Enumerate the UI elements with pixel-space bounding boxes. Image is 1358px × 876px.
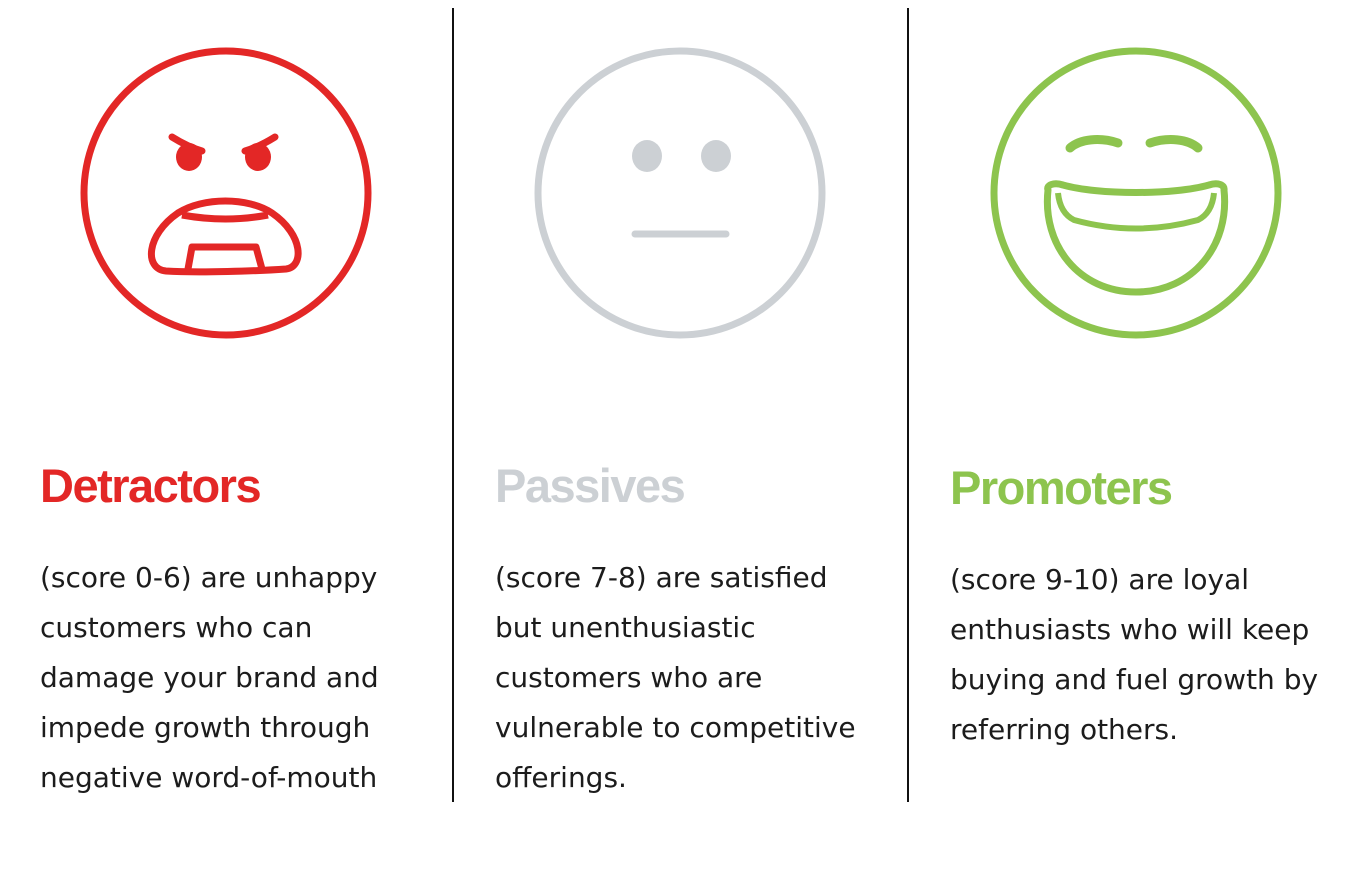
description-line: buying and fuel growth by xyxy=(950,663,1319,696)
description-line: negative word-of-mouth xyxy=(40,761,378,794)
detractors-heading: Detractors xyxy=(40,459,262,512)
description-line: referring others. xyxy=(950,713,1179,746)
description-line: enthusiasts who will keep xyxy=(950,613,1310,646)
neutral-face-icon xyxy=(534,47,826,339)
promoters-column: Promoters (score 9-10) are loyal enthusi… xyxy=(950,0,1350,876)
passives-column: Passives (score 7-8) are satisfied but u… xyxy=(495,0,895,876)
description-line: but unenthusiastic xyxy=(495,611,756,644)
laughing-face-icon xyxy=(990,47,1282,339)
detractors-column: Detractors (score 0-6) are unhappy custo… xyxy=(40,0,440,876)
description-line: customers who are xyxy=(495,661,763,694)
description-line: customers who can xyxy=(40,611,313,644)
description-line: (score 9-10) are loyal xyxy=(950,563,1250,596)
description-line: (score 7-8) are satisfied xyxy=(495,561,828,594)
promoters-heading: Promoters xyxy=(950,461,1173,514)
description-line: impede growth through xyxy=(40,711,371,744)
column-divider-left xyxy=(452,8,454,802)
description-line: vulnerable to competitive xyxy=(495,711,856,744)
angry-face-icon xyxy=(80,47,372,339)
description-line: (score 0-6) are unhappy xyxy=(40,561,378,594)
passives-heading: Passives xyxy=(495,459,686,512)
description-line: damage your brand and xyxy=(40,661,379,694)
description-line: offerings. xyxy=(495,761,627,794)
column-divider-right xyxy=(907,8,909,802)
